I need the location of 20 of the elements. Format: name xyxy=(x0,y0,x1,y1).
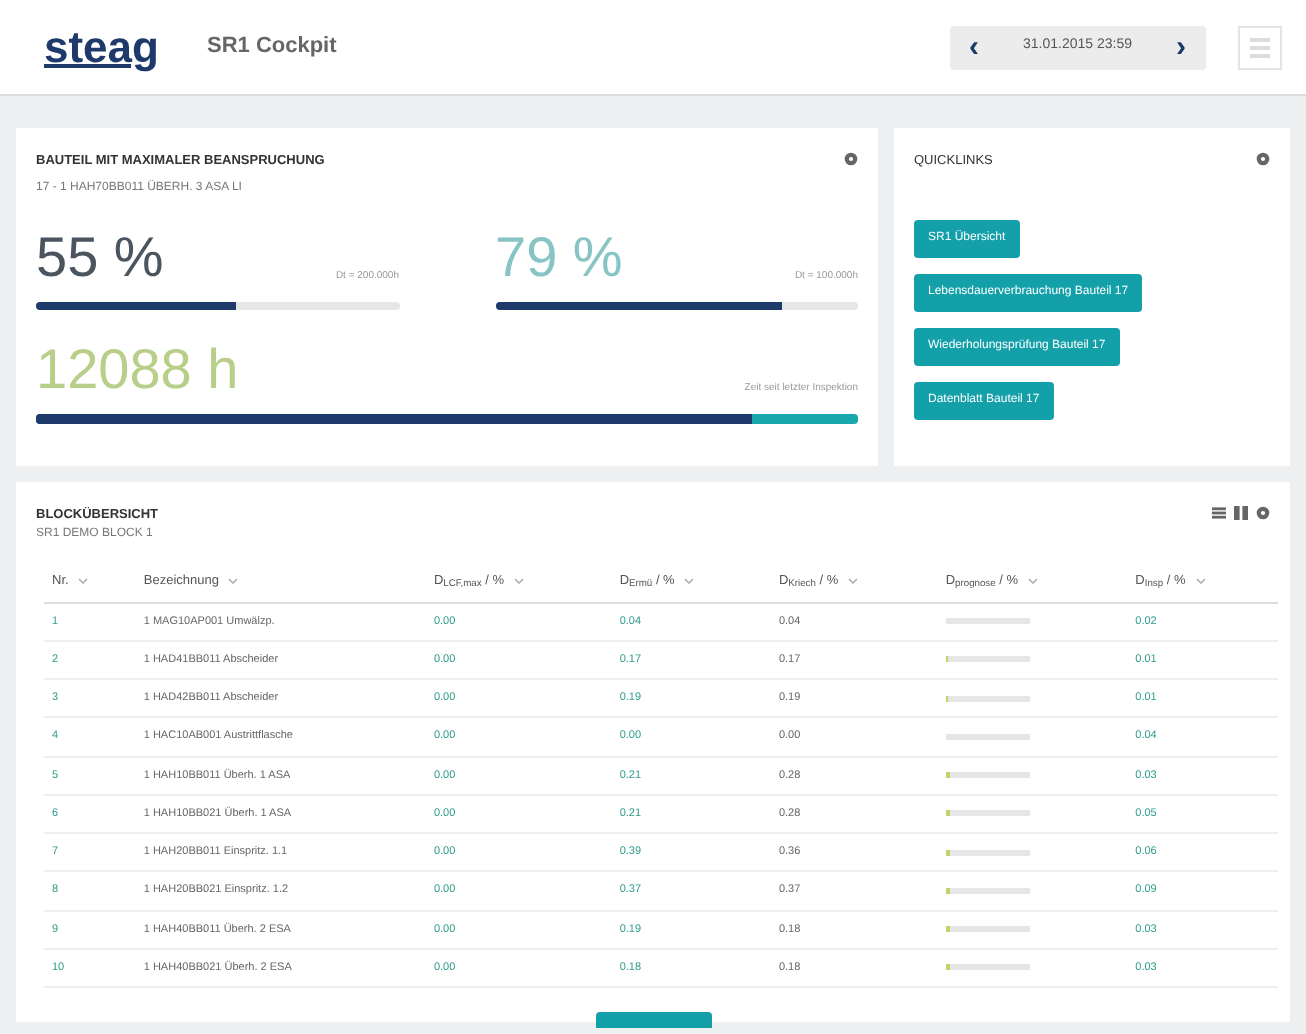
logo: steag xyxy=(44,25,159,69)
sort-icon[interactable] xyxy=(1027,577,1038,584)
hours-value: 12088 h xyxy=(36,341,239,398)
menu-button[interactable] xyxy=(1238,25,1282,69)
columns-icon[interactable] xyxy=(1234,506,1248,520)
settings-icon[interactable] xyxy=(1256,506,1270,520)
list-icon[interactable] xyxy=(1212,506,1226,520)
percent-value: 79 % xyxy=(495,229,623,286)
previous-button[interactable]: ‹ xyxy=(949,32,999,62)
app-title: SR1 Cockpit xyxy=(206,32,337,63)
sort-icon[interactable] xyxy=(1195,577,1206,584)
settings-icon[interactable] xyxy=(844,152,858,166)
percent-value: 55 % xyxy=(36,229,164,286)
sort-icon[interactable] xyxy=(513,577,524,584)
sort-icon[interactable] xyxy=(847,577,858,584)
next-button[interactable]: › xyxy=(1156,32,1206,62)
sort-icon[interactable] xyxy=(78,577,89,584)
sort-icon[interactable] xyxy=(228,577,239,584)
sort-icon[interactable] xyxy=(684,577,695,584)
settings-icon[interactable] xyxy=(1256,152,1270,166)
